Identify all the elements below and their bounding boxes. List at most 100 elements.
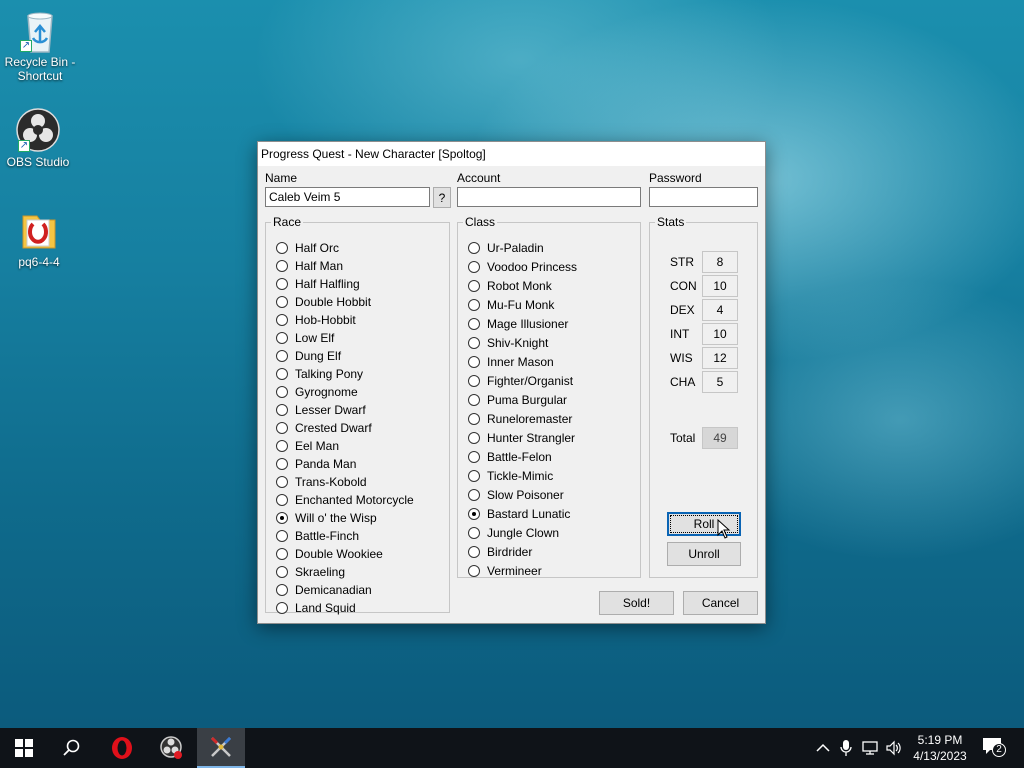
- radio-button[interactable]: [276, 494, 288, 506]
- class-option-ur-paladin[interactable]: Ur-Paladin: [468, 239, 544, 257]
- radio-button[interactable]: [468, 318, 480, 330]
- class-option-puma-burgular[interactable]: Puma Burgular: [468, 391, 567, 409]
- race-option-dung-elf[interactable]: Dung Elf: [276, 347, 341, 365]
- class-option-slow-poisoner[interactable]: Slow Poisoner: [468, 486, 564, 504]
- radio-button[interactable]: [276, 332, 288, 344]
- radio-button[interactable]: [276, 386, 288, 398]
- radio-button[interactable]: [276, 458, 288, 470]
- radio-button[interactable]: [276, 440, 288, 452]
- race-option-trans-kobold[interactable]: Trans-Kobold: [276, 473, 367, 491]
- name-input[interactable]: [265, 187, 430, 207]
- radio-button[interactable]: [468, 470, 480, 482]
- radio-button[interactable]: [468, 280, 480, 292]
- class-option-jungle-clown[interactable]: Jungle Clown: [468, 524, 559, 542]
- microphone-icon[interactable]: [840, 739, 852, 757]
- desktop-icon-obs-studio[interactable]: ↗ OBS Studio: [0, 108, 76, 169]
- race-option-double-wookiee[interactable]: Double Wookiee: [276, 545, 383, 563]
- radio-button[interactable]: [276, 566, 288, 578]
- radio-button[interactable]: [468, 527, 480, 539]
- radio-button[interactable]: [468, 413, 480, 425]
- radio-button[interactable]: [276, 422, 288, 434]
- class-option-inner-mason[interactable]: Inner Mason: [468, 353, 554, 371]
- class-option-vermineer[interactable]: Vermineer: [468, 562, 542, 580]
- race-option-half-halfling[interactable]: Half Halfling: [276, 275, 360, 293]
- dialog-title[interactable]: Progress Quest - New Character [Spoltog]: [258, 142, 765, 166]
- network-icon[interactable]: [862, 740, 880, 756]
- radio-button[interactable]: [468, 565, 480, 577]
- class-option-mage-illusioner[interactable]: Mage Illusioner: [468, 315, 568, 333]
- race-option-land-squid[interactable]: Land Squid: [276, 599, 356, 617]
- chevron-up-icon[interactable]: [816, 743, 830, 753]
- desktop-icon-pq6-4-4[interactable]: pq6-4-4: [1, 208, 77, 269]
- class-option-shiv-knight[interactable]: Shiv-Knight: [468, 334, 548, 352]
- race-option-hob-hobbit[interactable]: Hob-Hobbit: [276, 311, 356, 329]
- search-button[interactable]: [48, 728, 96, 768]
- class-option-robot-monk[interactable]: Robot Monk: [468, 277, 552, 295]
- radio-button[interactable]: [468, 356, 480, 368]
- radio-button[interactable]: [276, 260, 288, 272]
- race-option-talking-pony[interactable]: Talking Pony: [276, 365, 363, 383]
- radio-button[interactable]: [276, 512, 288, 524]
- race-option-half-man[interactable]: Half Man: [276, 257, 343, 275]
- race-option-panda-man[interactable]: Panda Man: [276, 455, 356, 473]
- sold-button[interactable]: Sold!: [599, 591, 674, 615]
- start-button[interactable]: [0, 728, 48, 768]
- radio-button[interactable]: [468, 337, 480, 349]
- radio-button[interactable]: [468, 394, 480, 406]
- radio-button[interactable]: [276, 278, 288, 290]
- radio-button[interactable]: [276, 242, 288, 254]
- race-option-crested-dwarf[interactable]: Crested Dwarf: [276, 419, 372, 437]
- class-option-birdrider[interactable]: Birdrider: [468, 543, 532, 561]
- radio-button[interactable]: [468, 299, 480, 311]
- class-option-bastard-lunatic[interactable]: Bastard Lunatic: [468, 505, 570, 523]
- radio-button[interactable]: [276, 530, 288, 542]
- random-name-button[interactable]: ?: [433, 187, 451, 208]
- radio-button[interactable]: [276, 602, 288, 614]
- taskbar-obs[interactable]: [148, 728, 196, 768]
- radio-button[interactable]: [468, 508, 480, 520]
- class-option-voodoo-princess[interactable]: Voodoo Princess: [468, 258, 577, 276]
- radio-button[interactable]: [468, 242, 480, 254]
- password-input[interactable]: [649, 187, 758, 207]
- radio-button[interactable]: [468, 489, 480, 501]
- race-option-double-hobbit[interactable]: Double Hobbit: [276, 293, 371, 311]
- desktop-icon-recycle-bin[interactable]: ↗ Recycle Bin - Shortcut: [2, 8, 78, 83]
- race-option-lesser-dwarf[interactable]: Lesser Dwarf: [276, 401, 366, 419]
- radio-button[interactable]: [276, 314, 288, 326]
- radio-button[interactable]: [276, 350, 288, 362]
- clock[interactable]: 5:19 PM 4/13/2023: [908, 732, 972, 764]
- race-option-skraeling[interactable]: Skraeling: [276, 563, 345, 581]
- radio-button[interactable]: [468, 375, 480, 387]
- taskbar-progress-quest[interactable]: [197, 728, 245, 768]
- radio-button[interactable]: [468, 451, 480, 463]
- radio-button[interactable]: [468, 432, 480, 444]
- race-option-demicanadian[interactable]: Demicanadian: [276, 581, 372, 599]
- race-option-battle-finch[interactable]: Battle-Finch: [276, 527, 359, 545]
- class-option-battle-felon[interactable]: Battle-Felon: [468, 448, 552, 466]
- radio-button[interactable]: [276, 368, 288, 380]
- radio-button[interactable]: [276, 404, 288, 416]
- race-option-will-o-the-wisp[interactable]: Will o' the Wisp: [276, 509, 377, 527]
- taskbar-opera[interactable]: [98, 728, 146, 768]
- class-option-hunter-strangler[interactable]: Hunter Strangler: [468, 429, 575, 447]
- race-option-gyrognome[interactable]: Gyrognome: [276, 383, 358, 401]
- class-option-tickle-mimic[interactable]: Tickle-Mimic: [468, 467, 553, 485]
- volume-icon[interactable]: [885, 740, 903, 756]
- radio-button[interactable]: [468, 261, 480, 273]
- unroll-button[interactable]: Unroll: [667, 542, 741, 566]
- radio-button[interactable]: [276, 584, 288, 596]
- race-option-eel-man[interactable]: Eel Man: [276, 437, 339, 455]
- cancel-button[interactable]: Cancel: [683, 591, 758, 615]
- class-option-fighter-organist[interactable]: Fighter/Organist: [468, 372, 573, 390]
- notification-center-button[interactable]: 2: [980, 737, 1006, 759]
- class-option-runeloremaster[interactable]: Runeloremaster: [468, 410, 572, 428]
- race-option-enchanted-motorcycle[interactable]: Enchanted Motorcycle: [276, 491, 414, 509]
- radio-button[interactable]: [468, 546, 480, 558]
- account-input[interactable]: [457, 187, 641, 207]
- radio-button[interactable]: [276, 548, 288, 560]
- class-option-mu-fu-monk[interactable]: Mu-Fu Monk: [468, 296, 554, 314]
- race-option-low-elf[interactable]: Low Elf: [276, 329, 334, 347]
- race-option-half-orc[interactable]: Half Orc: [276, 239, 339, 257]
- radio-button[interactable]: [276, 296, 288, 308]
- radio-button[interactable]: [276, 476, 288, 488]
